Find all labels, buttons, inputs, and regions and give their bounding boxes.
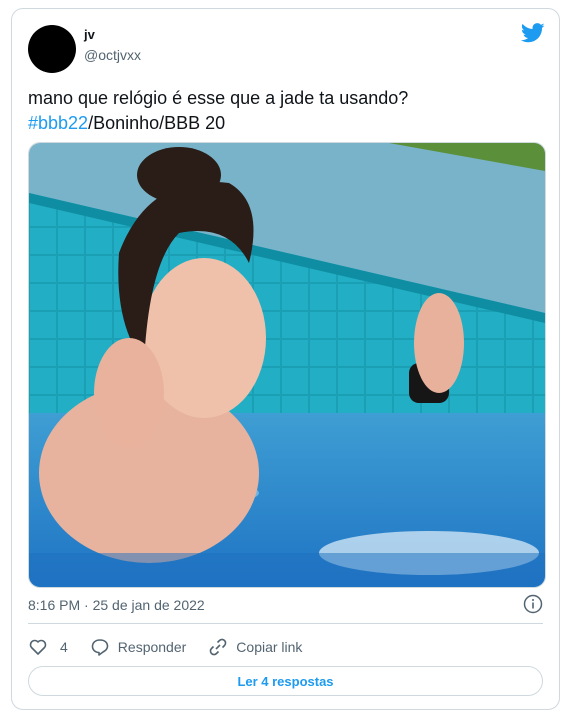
read-replies-button[interactable]: Ler 4 respostas <box>28 666 543 696</box>
tweet-text-line2: #bbb22/Boninho/BBB 20 <box>28 111 408 136</box>
hashtag-link[interactable]: #bbb22 <box>28 113 88 133</box>
tweet-text-rest: /Boninho/BBB 20 <box>88 113 226 133</box>
tweet-text-line1: mano que relógio é esse que a jade ta us… <box>28 88 409 108</box>
avatar[interactable] <box>28 25 76 73</box>
copy-link-button[interactable]: Copiar link <box>208 637 302 657</box>
reply-button[interactable]: Responder <box>90 637 187 657</box>
author-name[interactable]: jv <box>84 27 95 42</box>
tweet-text: mano que relógio é esse que a jade ta us… <box>28 86 408 136</box>
link-icon <box>209 638 227 656</box>
tweet-media[interactable] <box>28 142 546 588</box>
copy-link-label: Copiar link <box>236 639 303 655</box>
author-handle[interactable]: @octjvxx <box>84 47 141 63</box>
pool-photo <box>29 143 545 587</box>
action-bar: 4 Responder Copiar link <box>28 635 324 659</box>
timestamp[interactable]: 8:16 PM · 25 de jan de 2022 <box>28 597 205 613</box>
heart-icon <box>29 639 47 655</box>
twitter-bird-icon[interactable] <box>521 23 545 43</box>
tweet-card: jv @octjvxx mano que relógio é esse que … <box>11 8 560 710</box>
info-icon[interactable] <box>523 594 543 614</box>
divider <box>28 623 543 624</box>
reply-label: Responder <box>117 639 187 655</box>
like-count: 4 <box>60 639 68 655</box>
reply-bubble-icon <box>91 639 109 656</box>
like-button[interactable]: 4 <box>28 637 68 657</box>
